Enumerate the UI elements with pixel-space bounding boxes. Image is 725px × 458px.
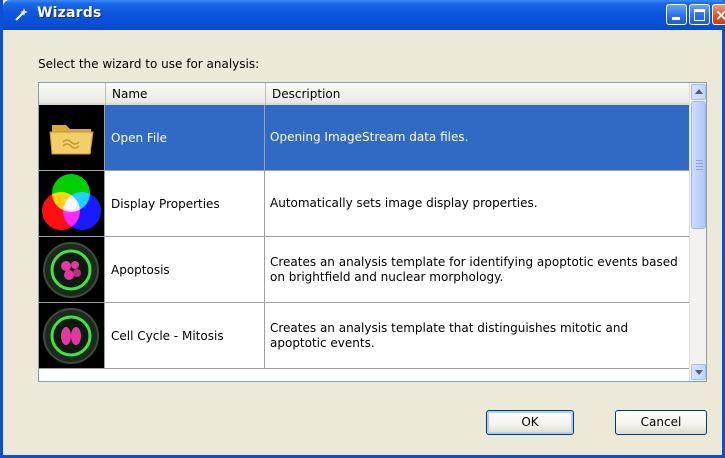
list-item-display-properties[interactable]: Display Properties Automatically sets im… xyxy=(39,171,689,237)
wizards-dialog: Wizards × Select the wizard to use for a… xyxy=(0,0,725,458)
list-item-cell-cycle-mitosis[interactable]: Cell Cycle - Mitosis Creates an analysis… xyxy=(39,303,689,369)
ok-button[interactable]: OK xyxy=(486,410,574,435)
wand-icon xyxy=(13,7,29,23)
close-icon: × xyxy=(715,6,725,24)
grip-icon xyxy=(696,169,703,170)
title-bar[interactable]: Wizards × xyxy=(3,0,725,30)
maximize-button[interactable] xyxy=(689,4,710,25)
column-header-icon[interactable] xyxy=(39,83,105,105)
list-rows: Open File Opening ImageStream data files… xyxy=(39,105,689,369)
item-description: Creates an analysis template for identif… xyxy=(270,254,678,284)
item-description: Automatically sets image display propert… xyxy=(270,196,538,210)
column-header-description[interactable]: Description xyxy=(265,83,689,105)
grip-icon xyxy=(696,163,703,164)
color-wheel-icon xyxy=(39,171,105,236)
scroll-thumb[interactable] xyxy=(691,101,706,229)
close-button[interactable]: × xyxy=(712,4,725,25)
item-name: Cell Cycle - Mitosis xyxy=(105,303,265,368)
wizard-list[interactable]: Name Description Open File Opening Image… xyxy=(38,82,707,382)
column-header-name[interactable]: Name xyxy=(105,83,265,105)
window-title: Wizards xyxy=(37,5,102,21)
grip-icon xyxy=(696,166,703,167)
list-header: Name Description xyxy=(39,83,689,106)
scroll-down-button[interactable] xyxy=(691,364,706,380)
grip-icon xyxy=(696,160,703,161)
instruction-label: Select the wizard to use for analysis: xyxy=(38,57,260,71)
mitosis-cell-icon xyxy=(39,303,105,368)
cancel-button[interactable]: Cancel xyxy=(615,410,707,435)
minimize-button[interactable] xyxy=(666,4,687,25)
list-item-apoptosis[interactable]: Apoptosis Creates an analysis template f… xyxy=(39,237,689,303)
chevron-down-icon xyxy=(695,370,703,375)
scroll-up-button[interactable] xyxy=(691,84,706,100)
folder-icon xyxy=(39,105,105,170)
item-name: Display Properties xyxy=(105,171,265,236)
list-item-open-file[interactable]: Open File Opening ImageStream data files… xyxy=(39,105,689,171)
item-description: Creates an analysis template that distin… xyxy=(270,320,629,350)
item-name: Open File xyxy=(105,105,265,170)
apoptosis-cell-icon xyxy=(39,237,105,302)
vertical-scrollbar[interactable] xyxy=(689,83,706,381)
item-description: Opening ImageStream data files. xyxy=(270,130,469,144)
chevron-up-icon xyxy=(695,89,703,94)
item-name: Apoptosis xyxy=(105,237,265,302)
